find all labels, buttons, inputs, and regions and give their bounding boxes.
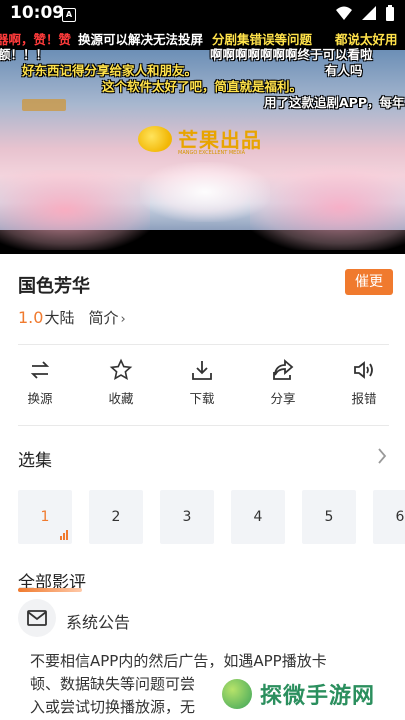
battery-icon [386,5,394,21]
system-icons [335,5,395,22]
video-cloud-right [250,165,405,250]
urge-update-button[interactable]: 催更 [345,269,393,295]
status-bar: 10:09 A [0,0,405,28]
episode-item[interactable]: 4 [231,490,285,544]
switch-source-button[interactable]: 换源 [10,358,70,407]
danmaku-item: 换源可以解决无法投屏 [78,32,204,47]
action-label: 分享 [270,391,296,406]
episode-number: 1 [40,509,50,525]
envelope-icon [27,610,47,626]
region-label: 大陆 [44,309,75,327]
episode-item[interactable]: 2 [89,490,143,544]
chevron-right-icon: › [120,312,126,327]
site-watermark: 探微手游网 [214,672,404,716]
notice-title: 系统公告 [66,613,131,632]
share-icon [273,359,294,380]
episode-number: 3 [182,509,192,525]
channel-watermark [22,99,66,111]
action-bar: 换源 收藏 下载 分享 报错 [0,358,405,418]
download-button[interactable]: 下载 [172,358,232,407]
section-underline [18,588,82,592]
show-meta: 1.0 大陆 简介 › [18,307,126,328]
action-label: 报错 [351,391,377,406]
star-icon [109,358,133,381]
episode-item[interactable]: 6 [373,490,405,544]
mango-logo-text: 芒果出品 [178,128,262,152]
divider [18,425,389,426]
episode-number: 6 [395,509,405,525]
danmaku-item: 用了这款追剧APP，每年 [264,95,405,110]
share-button[interactable]: 分享 [253,358,313,407]
download-icon [192,361,212,380]
rating-score: 1.0 [18,308,44,327]
notice-avatar [18,599,56,637]
episode-item[interactable]: 1 [18,490,72,544]
watermark-text: 探微手游网 [260,684,376,709]
danmaku-item: 有人吗 [325,63,363,78]
episode-number: 5 [324,509,334,525]
notification-icon: A [62,8,76,22]
action-label: 换源 [27,391,53,406]
episodes-section-title: 选集 [18,451,52,471]
mango-mark-icon [138,125,172,152]
wifi-icon [336,6,352,20]
episode-item[interactable]: 5 [302,490,356,544]
status-time: 10:09 [10,3,65,23]
divider [18,344,389,345]
show-title: 国色芳华 [18,276,90,297]
signal-icon [362,6,376,20]
switch-source-icon [30,361,50,379]
mango-logo: 芒果出品 MANGO EXCELLENT MEDIA [138,124,262,156]
favorite-button[interactable]: 收藏 [91,358,151,407]
speaker-icon [354,361,373,379]
playing-icon [60,530,68,540]
action-label: 收藏 [108,391,134,406]
chevron-right-icon[interactable] [376,446,388,466]
intro-link[interactable]: 简介 › [88,307,125,328]
episode-item[interactable]: 3 [160,490,214,544]
episode-number: 2 [111,509,121,525]
mango-logo-subtext: MANGO EXCELLENT MEDIA [178,150,246,156]
video-player[interactable]: 芒果出品 MANGO EXCELLENT MEDIA 器啊，赞！赞 换源可以解决… [0,28,405,254]
report-error-button[interactable]: 报错 [334,358,394,407]
video-glow [140,162,270,222]
notice-line: 不要相信APP内的然后广告，如遇APP播放卡 [30,652,327,670]
episode-number: 4 [253,509,263,525]
video-cloud-left [0,170,150,250]
action-label: 下载 [189,391,215,406]
watermark-logo-icon [222,679,252,709]
intro-label: 简介 [88,309,119,327]
